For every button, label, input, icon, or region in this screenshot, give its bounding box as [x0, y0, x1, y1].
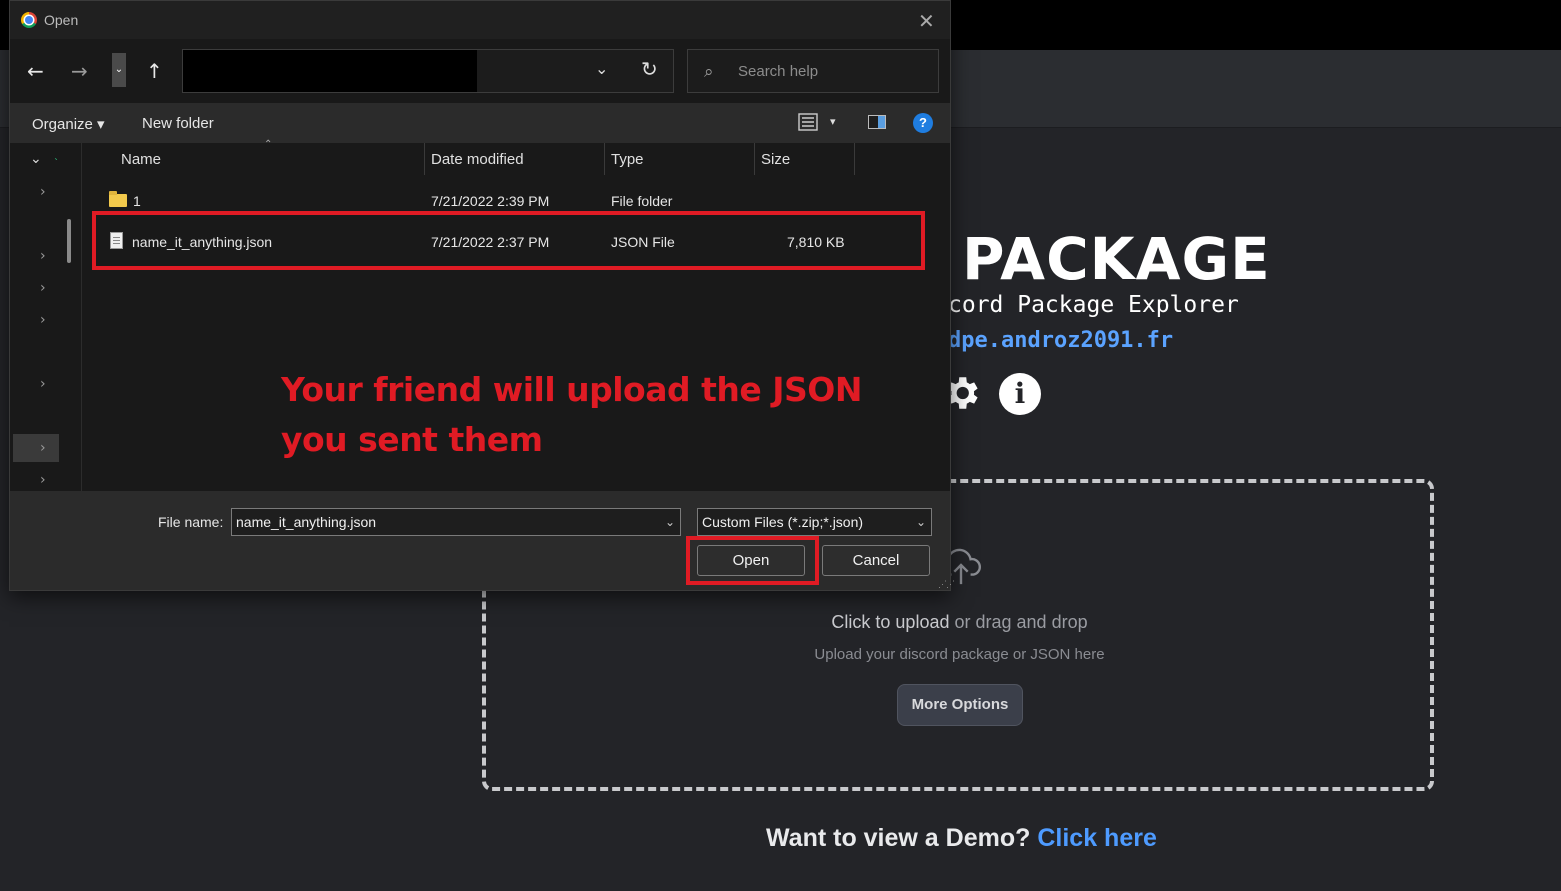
hero-site-link[interactable]: dpe.androz2091.fr [948, 328, 1173, 353]
file-open-dialog: Open ✕ ← → ⌄ ↑ ⌄ ↻ ⌕ Search help Organiz… [9, 0, 955, 591]
demo-link[interactable]: Click here [1037, 824, 1157, 852]
help-icon[interactable]: ? [913, 113, 933, 133]
annotation-text: Your friend will upload the JSON you sen… [281, 365, 862, 465]
drag-drop-text: or drag and drop [954, 612, 1088, 632]
new-folder-button[interactable]: New folder [142, 115, 214, 132]
dialog-titlebar: Open ✕ [10, 1, 950, 39]
preview-pane-icon[interactable] [868, 115, 886, 129]
search-input[interactable]: Search help [738, 63, 818, 80]
nav-drive-icon[interactable]: ˋ [54, 158, 59, 169]
dialog-title: Open [44, 12, 79, 28]
upload-subtext: Upload your discord package or JSON here [814, 646, 1105, 663]
highlight-box-open [686, 536, 819, 585]
nav-chevron-icon[interactable]: › [40, 248, 46, 264]
demo-prompt: Want to view a Demo? Click here [766, 824, 1157, 853]
column-header-name[interactable]: Name [121, 151, 161, 168]
nav-expanded-chevron-icon[interactable]: ⌄ [30, 151, 42, 167]
address-bar[interactable]: ⌄ ↻ [182, 49, 674, 93]
upload-instructions: Click to upload or drag and drop [0, 612, 1561, 633]
click-to-upload-link[interactable]: Click to upload [831, 612, 949, 632]
nav-chevron-icon[interactable]: › [40, 280, 46, 296]
up-arrow-icon[interactable]: ↑ [146, 59, 163, 83]
forward-arrow-icon[interactable]: → [71, 59, 88, 83]
annotation-line: you sent them [281, 420, 543, 459]
chrome-icon [21, 12, 37, 28]
hero-subtitle: cord Package Explorer [948, 292, 1239, 318]
file-type-select[interactable]: Custom Files (*.zip;*.json) ⌄ [697, 508, 932, 536]
nav-chevron-icon[interactable]: › [40, 376, 46, 392]
file-name-input[interactable]: name_it_anything.json ⌄ [231, 508, 681, 536]
nav-pane-scrollbar[interactable] [67, 219, 71, 263]
file-type: File folder [611, 193, 673, 209]
resize-grip-icon[interactable]: ⋰⋰ [938, 579, 955, 590]
recent-locations-chevron-icon[interactable]: ⌄ [112, 53, 126, 87]
back-arrow-icon[interactable]: ← [27, 59, 44, 83]
info-icon[interactable]: i [999, 373, 1041, 415]
view-options-chevron-icon[interactable]: ▾ [830, 115, 836, 128]
column-divider[interactable] [854, 143, 855, 175]
search-icon: ⌕ [704, 62, 714, 82]
chevron-down-icon[interactable]: ⌄ [595, 59, 608, 79]
nav-chevron-icon[interactable]: › [40, 440, 46, 456]
highlight-box-file [92, 211, 925, 270]
column-header-size[interactable]: Size [761, 151, 790, 168]
sort-ascending-icon: ⌃ [264, 139, 273, 150]
column-divider[interactable] [604, 143, 605, 175]
file-type-value[interactable]: Custom Files (*.zip;*.json) [702, 514, 863, 530]
organize-button[interactable]: Organize ▾ [32, 115, 105, 133]
folder-icon [109, 191, 127, 207]
column-divider[interactable] [424, 143, 425, 175]
column-header-type[interactable]: Type [611, 151, 644, 168]
redacted-path [183, 50, 477, 92]
column-divider[interactable] [754, 143, 755, 175]
nav-chevron-icon[interactable]: › [40, 472, 46, 488]
search-box[interactable]: ⌕ Search help [687, 49, 939, 93]
column-header-date[interactable]: Date modified [431, 151, 524, 168]
cancel-button[interactable]: Cancel [822, 545, 930, 576]
file-name-label: File name: [158, 514, 224, 530]
nav-chevron-icon[interactable]: › [40, 312, 46, 328]
nav-pane-selected-row[interactable] [13, 434, 59, 462]
annotation-line: Your friend will upload the JSON [281, 370, 862, 409]
hero-title: PACKAGE [962, 225, 1271, 293]
close-icon[interactable]: ✕ [918, 9, 935, 33]
more-options-button[interactable]: More Options [897, 684, 1023, 726]
refresh-icon[interactable]: ↻ [641, 57, 658, 81]
view-list-icon[interactable] [798, 113, 818, 131]
demo-text: Want to view a Demo? [766, 824, 1031, 852]
chevron-down-icon[interactable]: ⌄ [916, 515, 926, 529]
file-date: 7/21/2022 2:39 PM [431, 193, 550, 209]
file-name[interactable]: 1 [133, 193, 141, 209]
chevron-down-icon[interactable]: ⌄ [665, 515, 675, 529]
file-name-value[interactable]: name_it_anything.json [236, 514, 376, 530]
nav-chevron-icon[interactable]: › [40, 184, 46, 200]
